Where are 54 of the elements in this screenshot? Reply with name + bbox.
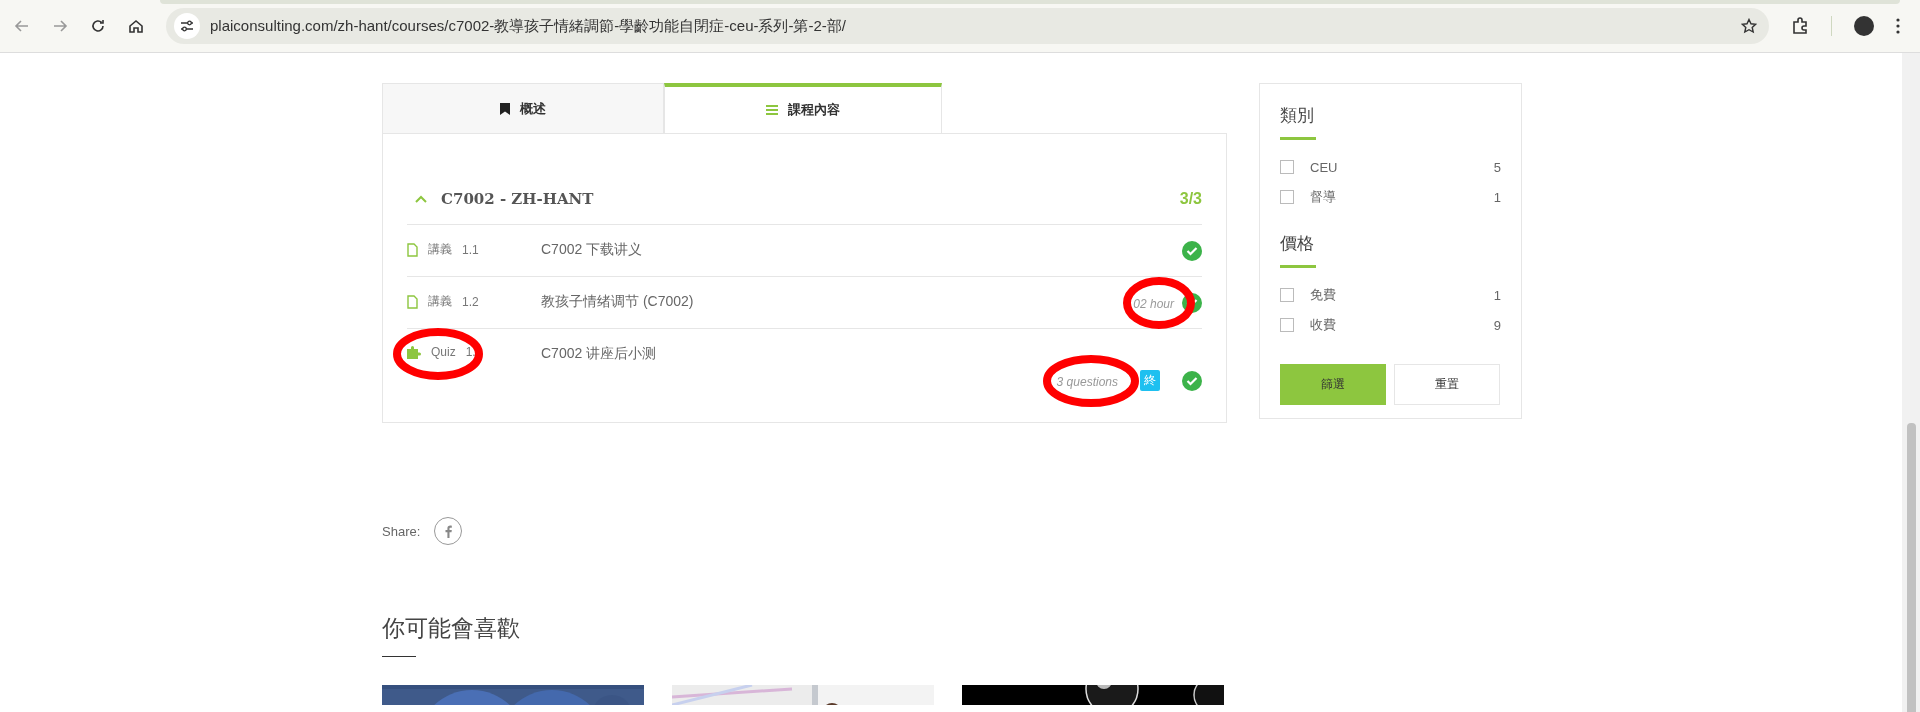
avatar[interactable]	[1854, 16, 1874, 36]
item-title[interactable]: C7002 下载讲义	[541, 241, 1182, 259]
puzzle-icon[interactable]	[1791, 17, 1809, 35]
checkbox[interactable]	[1280, 288, 1294, 302]
filter-button[interactable]: 篩選	[1280, 364, 1386, 405]
facebook-button[interactable]	[434, 517, 463, 545]
url-text: plaiconsulting.com/zh-hant/courses/c7002-教導孩子情緒調節-學齡功能自閉症-ceu-系列-第-2-部/	[210, 16, 847, 36]
item-number: 1.	[465, 345, 476, 359]
option-count: 9	[1493, 317, 1501, 333]
star-icon[interactable]	[1741, 18, 1757, 34]
section-heading: 你可能會喜歡	[382, 614, 521, 643]
item-type: 講義	[428, 293, 452, 310]
menu-icon[interactable]	[1896, 18, 1900, 34]
facebook-icon	[444, 524, 452, 538]
document-icon	[407, 242, 418, 257]
item-type: Quiz	[431, 345, 456, 359]
reset-button[interactable]: 重置	[1394, 364, 1500, 405]
site-settings-icon[interactable]	[180, 20, 194, 32]
tab[interactable]: 課程內容	[664, 83, 942, 133]
home-icon[interactable]	[128, 18, 144, 34]
bookmark-icon	[500, 102, 510, 115]
progress-count: 3/3	[1179, 190, 1202, 208]
item-duration: 3 questions	[1056, 374, 1118, 389]
filter-heading: 價格	[1280, 233, 1315, 255]
option-count: 1	[1493, 189, 1501, 205]
option-label: CEU	[1310, 159, 1339, 175]
item-duration: 02 hour	[1133, 297, 1174, 311]
menu-icon	[766, 105, 778, 115]
checkbox[interactable]	[1280, 160, 1294, 174]
forward-icon[interactable]	[52, 18, 68, 34]
option-label: 督導	[1310, 188, 1337, 206]
item-number: 1.2	[462, 294, 479, 309]
item-title[interactable]: 教孩子情绪调节 (C7002)	[541, 293, 1134, 311]
option-count: 5	[1493, 159, 1501, 175]
status-badge: 終	[1140, 370, 1160, 391]
puzzle-icon	[407, 345, 421, 359]
item-number: 1.1	[462, 242, 479, 257]
option-label: 收費	[1310, 316, 1337, 334]
item-title[interactable]: C7002 讲座后小测	[541, 345, 1057, 363]
back-icon[interactable]	[14, 18, 30, 34]
caret-icon[interactable]	[415, 195, 427, 203]
checkbox[interactable]	[1280, 318, 1294, 332]
option-label: 免費	[1310, 286, 1337, 304]
scrollbar[interactable]	[1902, 53, 1920, 712]
option-count: 1	[1493, 287, 1501, 303]
reload-icon[interactable]	[90, 18, 106, 34]
document-icon	[407, 294, 418, 309]
item-type: 講義	[428, 241, 452, 258]
section-title: C7002 - ZH-HANT	[441, 190, 595, 208]
checkbox[interactable]	[1280, 190, 1294, 204]
tab[interactable]: 概述	[382, 83, 664, 133]
share-label: Share:	[382, 523, 421, 539]
filter-heading: 類別	[1280, 105, 1315, 127]
address-bar[interactable]: plaiconsulting.com/zh-hant/courses/c7002-教導孩子情緒調節-學齡功能自閉症-ceu-系列-第-2-部/	[166, 8, 1769, 44]
